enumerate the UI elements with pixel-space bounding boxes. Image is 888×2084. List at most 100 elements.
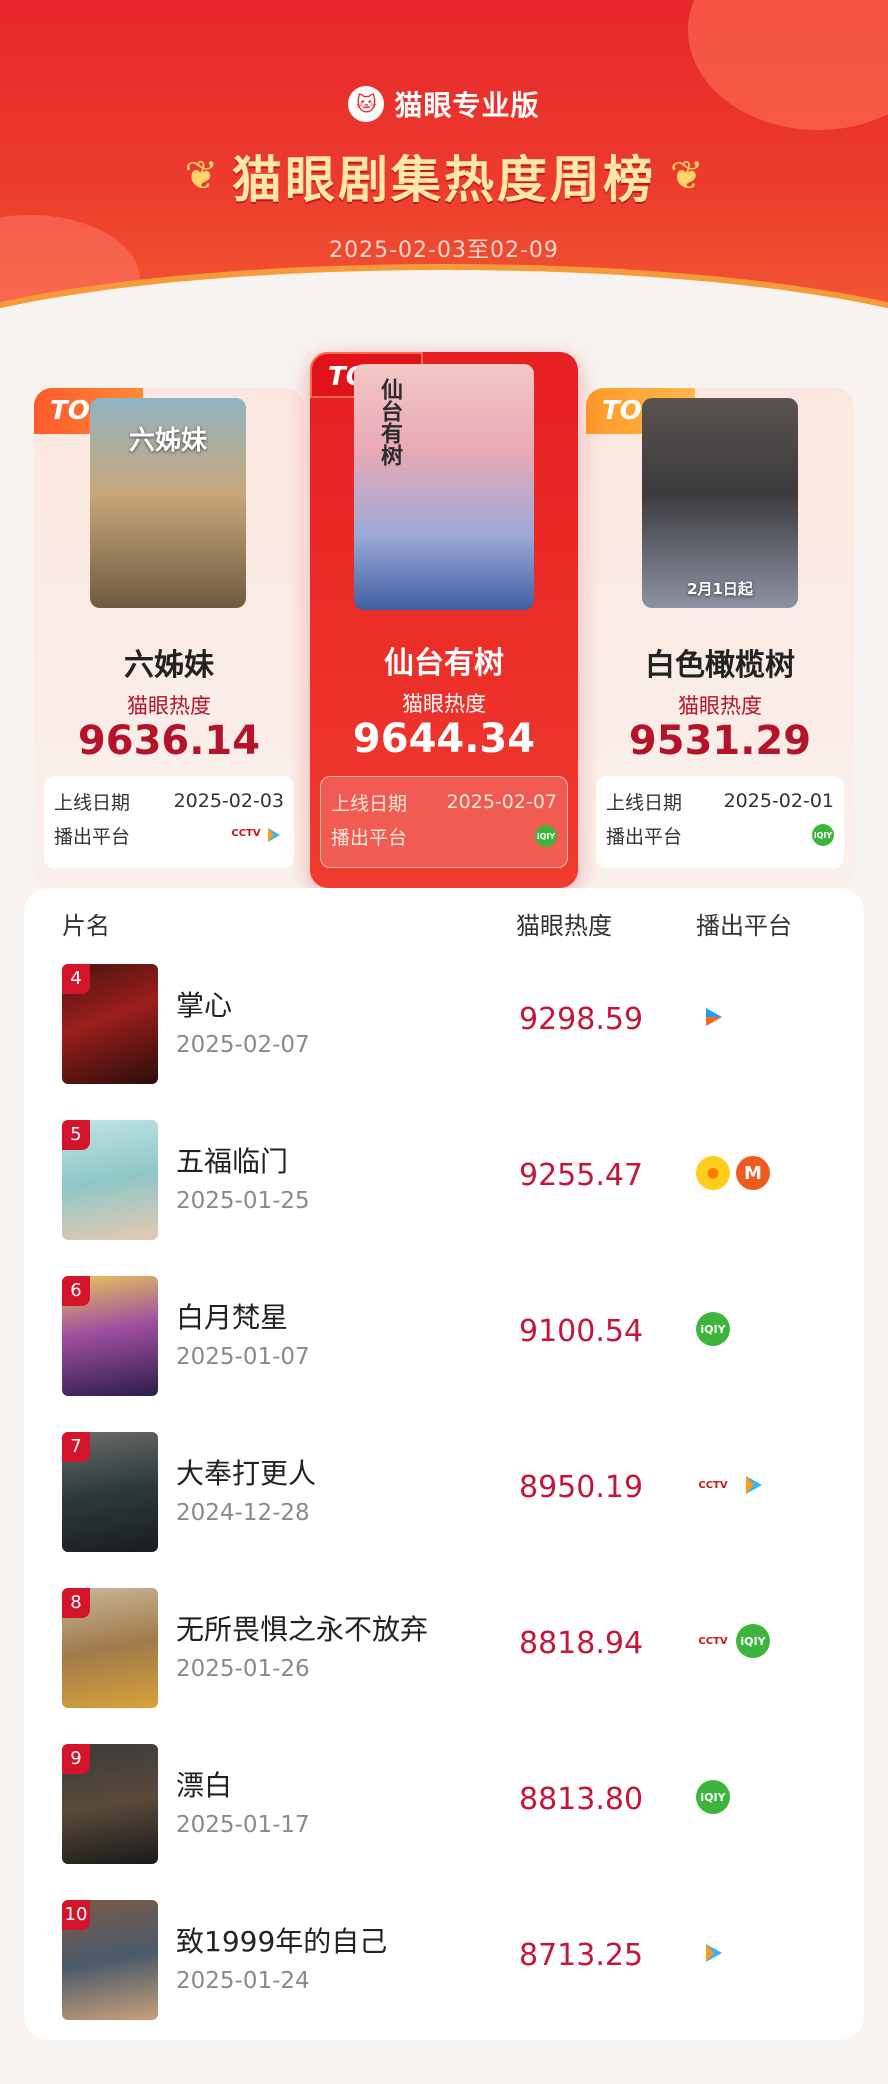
platform-label: 播出平台 xyxy=(331,826,408,849)
iqiyi-icon: iQIY xyxy=(535,825,557,847)
iqiyi-icon: iQIY xyxy=(696,1780,730,1814)
heat-value: 9255.47 xyxy=(519,1158,644,1193)
list-item[interactable]: 5 五福临门 2025-01-25 9255.47 ● M xyxy=(24,1112,864,1268)
heat-value: 9531.29 xyxy=(628,718,812,764)
rank-badge: 7 xyxy=(62,1432,90,1462)
poster-title: 六姊妹 xyxy=(128,426,207,456)
list-item[interactable]: 8 无所畏惧之永不放弃 2025-01-26 8818.94 CCTV iQIY xyxy=(24,1580,864,1736)
laurel-left-icon: ❦ xyxy=(184,153,218,199)
card-title: 六姊妹 xyxy=(124,648,214,683)
date-range: 2025-02-03至02-09 xyxy=(329,238,559,263)
card-title: 仙台有树 xyxy=(384,646,504,681)
iqiyi-icon: iQIY xyxy=(812,824,834,846)
poster-thumb: 7 xyxy=(62,1432,158,1552)
info-box: 上线日期 2025-02-01 播出平台 iQIY xyxy=(596,776,844,868)
list-item[interactable]: 6 白月梵星 2025-01-07 9100.54 iQIY xyxy=(24,1268,864,1424)
brand: 🐱 猫眼专业版 xyxy=(0,84,888,124)
poster-image: 2月1日起 xyxy=(642,398,798,608)
release-date: 2025-01-17 xyxy=(176,1812,310,1838)
mango-tv-icon: ● xyxy=(696,1156,730,1190)
drama-title: 无所畏惧之永不放弃 xyxy=(176,1613,429,1646)
poster-thumb: 10 xyxy=(62,1900,158,2020)
release-label: 上线日期 xyxy=(606,791,683,814)
rank-badge: 5 xyxy=(62,1120,90,1150)
release-date: 2024-12-28 xyxy=(176,1500,310,1526)
heat-value: 9644.34 xyxy=(352,716,536,762)
brand-name: 猫眼专业版 xyxy=(394,89,540,122)
poster-thumb: 8 xyxy=(62,1588,158,1708)
release-date: 2025-02-01 xyxy=(723,790,834,812)
drama-title: 白月梵星 xyxy=(176,1301,289,1334)
ranking-list: 片名 猫眼热度 播出平台 4 掌心 2025-02-07 9298.59 5 五… xyxy=(24,888,864,2040)
col-heat: 猫眼热度 xyxy=(516,912,612,940)
cctv-icon: CCTV xyxy=(231,824,261,842)
drama-title: 五福临门 xyxy=(176,1145,289,1178)
poster-thumb: 6 xyxy=(62,1276,158,1396)
tencent-video-icon xyxy=(736,1468,770,1502)
platform-icons xyxy=(696,1936,730,1970)
release-date: 2025-02-07 xyxy=(446,791,557,813)
maoyan-logo-icon: 🐱 xyxy=(348,86,385,122)
mgtv-icon: M xyxy=(736,1156,770,1190)
poster-thumb: 4 xyxy=(62,964,158,1084)
laurel-right-icon: ❦ xyxy=(670,153,704,199)
release-label: 上线日期 xyxy=(331,792,408,815)
platform-icons: ● M xyxy=(696,1156,770,1190)
list-item[interactable]: 4 掌心 2025-02-07 9298.59 xyxy=(24,956,864,1112)
list-item[interactable]: 9 漂白 2025-01-17 8813.80 iQIY xyxy=(24,1736,864,1892)
poster-thumb: 9 xyxy=(62,1744,158,1864)
platform-label: 播出平台 xyxy=(54,825,131,848)
iqiyi-icon: iQIY xyxy=(736,1624,770,1658)
poster-title: 仙台有树 xyxy=(377,378,402,466)
col-platform: 播出平台 xyxy=(696,912,792,940)
heat-label: 猫眼热度 xyxy=(678,694,762,718)
top-card-1[interactable]: TOP1 仙台有树 仙台有树 猫眼热度 9644.34 上线日期 2025-02… xyxy=(310,352,578,888)
heat-value: 8813.80 xyxy=(519,1782,644,1817)
col-title: 片名 xyxy=(62,912,110,940)
drama-title: 掌心 xyxy=(176,989,233,1022)
heat-value: 8713.25 xyxy=(519,1938,644,1973)
heat-value: 8818.94 xyxy=(519,1626,644,1661)
youku-icon xyxy=(696,1000,730,1034)
heat-value: 9636.14 xyxy=(77,718,261,764)
poster-image: 仙台有树 xyxy=(354,364,534,610)
platform-label: 播出平台 xyxy=(606,825,683,848)
iqiyi-icon: iQIY xyxy=(696,1312,730,1346)
platform-icons: iQIY xyxy=(696,1780,730,1814)
platform-icons: CCTV xyxy=(696,1468,770,1502)
release-date: 2025-02-07 xyxy=(176,1032,310,1058)
rank-badge: 9 xyxy=(62,1744,90,1774)
card-title: 白色橄榄树 xyxy=(645,648,795,683)
title-wrap: ❦ 猫眼剧集热度周榜 ❦ xyxy=(0,140,888,212)
list-item[interactable]: 10 致1999年的自己 2025-01-24 8713.25 xyxy=(24,1892,864,2048)
cctv-icon: CCTV xyxy=(696,1473,730,1497)
top-card-2[interactable]: TOP2 六姊妹 六姊妹 猫眼热度 9636.14 上线日期 2025-02-0… xyxy=(34,388,304,888)
release-date: 2025-01-07 xyxy=(176,1344,310,1370)
heat-value: 9298.59 xyxy=(519,1002,644,1037)
release-date: 2025-01-24 xyxy=(176,1968,310,1994)
rank-badge: 4 xyxy=(62,964,90,994)
tencent-video-icon xyxy=(696,1936,730,1970)
header-banner: 🐱 猫眼专业版 ❦ 猫眼剧集热度周榜 ❦ 2025-02-03至02-09 xyxy=(0,0,888,330)
drama-title: 大奉打更人 xyxy=(176,1457,317,1490)
platform-icons xyxy=(696,1000,730,1034)
page-title: 猫眼剧集热度周榜 xyxy=(232,151,656,209)
list-item[interactable]: 7 大奉打更人 2024-12-28 8950.19 CCTV xyxy=(24,1424,864,1580)
release-date: 2025-01-26 xyxy=(176,1656,310,1682)
release-label: 上线日期 xyxy=(54,791,131,814)
release-date: 2025-01-25 xyxy=(176,1188,310,1214)
heat-value: 9100.54 xyxy=(519,1314,644,1349)
info-box: 上线日期 2025-02-03 播出平台 CCTV xyxy=(44,776,294,868)
platform-icons: CCTV iQIY xyxy=(696,1624,770,1658)
heat-label: 猫眼热度 xyxy=(127,694,211,718)
poster-thumb: 5 xyxy=(62,1120,158,1240)
info-box: 上线日期 2025-02-07 播出平台 iQIY xyxy=(320,776,568,868)
list-header: 片名 猫眼热度 播出平台 xyxy=(24,888,864,958)
heat-value: 8950.19 xyxy=(519,1470,644,1505)
platform-icons: iQIY xyxy=(696,1312,730,1346)
drama-title: 漂白 xyxy=(176,1769,233,1802)
top-card-3[interactable]: TOP3 2月1日起 白色橄榄树 猫眼热度 9531.29 上线日期 2025-… xyxy=(586,388,854,888)
drama-title: 致1999年的自己 xyxy=(176,1925,388,1958)
cctv-icon: CCTV xyxy=(696,1629,730,1653)
heat-label: 猫眼热度 xyxy=(402,692,486,716)
